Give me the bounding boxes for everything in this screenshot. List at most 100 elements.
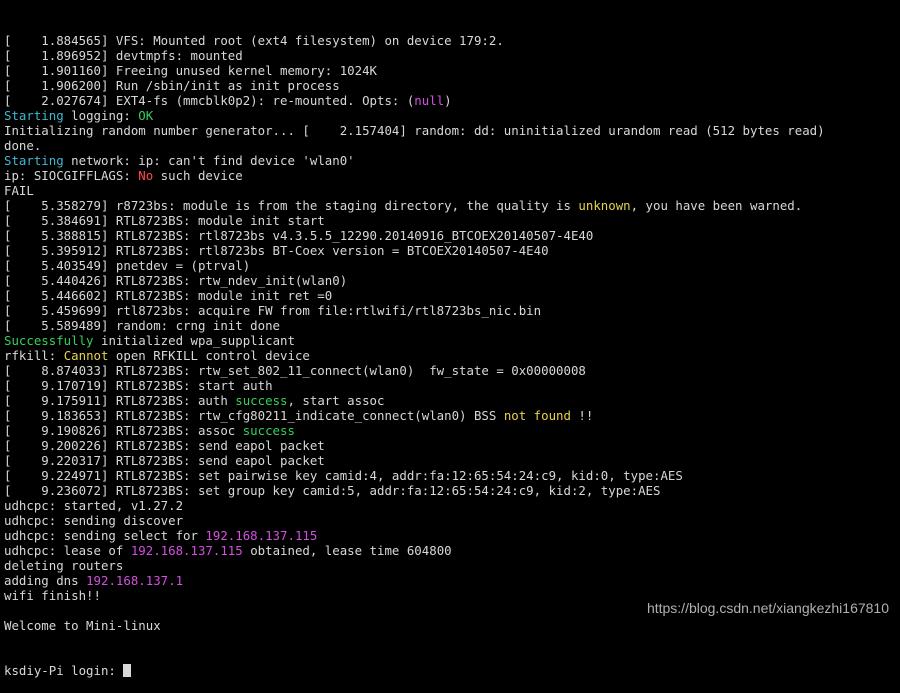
terminal-text-segment: OK (138, 108, 154, 123)
terminal-text-segment: open RFKILL control device (108, 348, 310, 363)
terminal-text-segment: 192.168.137.115 (130, 543, 243, 558)
terminal-text-segment: [ 5.358279] r8723bs: module is from the … (4, 198, 579, 213)
terminal-line: done. (4, 138, 896, 153)
terminal-text-segment: udhcpc: started, v1.27.2 (4, 498, 184, 513)
text-cursor[interactable] (123, 664, 132, 677)
terminal-text-segment: udhcpc: lease of (4, 543, 131, 558)
terminal-text-segment: [ 1.906200] Run /sbin/init as init proce… (4, 78, 340, 93)
terminal-text-segment: success (235, 393, 288, 408)
login-prompt-line[interactable]: ksdiy-Pi login: (4, 663, 896, 678)
terminal-text-segment: obtained, lease time 604800 (242, 543, 452, 558)
terminal-text-segment: [ 5.388815] RTL8723BS: rtl8723bs v4.3.5.… (4, 228, 594, 243)
terminal-line: rfkill: Cannot open RFKILL control devic… (4, 348, 896, 363)
terminal-text-segment: ) (444, 93, 452, 108)
terminal-line: udhcpc: started, v1.27.2 (4, 498, 896, 513)
terminal-line: Starting network: ip: can't find device … (4, 153, 896, 168)
terminal-text-segment: [ 5.446602] RTL8723BS: module init ret =… (4, 288, 333, 303)
terminal-line: [ 9.236072] RTL8723BS: set group key cam… (4, 483, 896, 498)
terminal-text-segment: 192.168.137.115 (205, 528, 318, 543)
terminal-line: [ 9.170719] RTL8723BS: start auth (4, 378, 896, 393)
terminal-text-segment: [ 9.183653] RTL8723BS: rtw_cfg80211_indi… (4, 408, 504, 423)
terminal-text-segment: [ 2.027674] EXT4-fs (mmcblk0p2): re-moun… (4, 93, 415, 108)
terminal-line: [ 9.190826] RTL8723BS: assoc success (4, 423, 896, 438)
terminal-text-segment: ip: SIOCGIFFLAGS: (4, 168, 139, 183)
terminal-line: ip: SIOCGIFFLAGS: No such device (4, 168, 896, 183)
terminal-line: [ 5.395912] RTL8723BS: rtl8723bs BT-Coex… (4, 243, 896, 258)
terminal-line: deleting routers (4, 558, 896, 573)
terminal-text-segment: [ 5.395912] RTL8723BS: rtl8723bs BT-Coex… (4, 243, 549, 258)
terminal-text-segment: [ 9.220317] RTL8723BS: send eapol packet (4, 453, 325, 468)
terminal-text-segment: [ 8.874033] RTL8723BS: rtw_set_802_11_co… (4, 363, 586, 378)
terminal-text-segment: [ 9.224971] RTL8723BS: set pairwise key … (4, 468, 683, 483)
terminal-text-segment: such device (153, 168, 243, 183)
terminal-text-segment: udhcpc: sending select for (4, 528, 206, 543)
terminal-line: [ 5.440426] RTL8723BS: rtw_ndev_init(wla… (4, 273, 896, 288)
terminal-text-segment: [ 1.896952] devtmpfs: mounted (4, 48, 243, 63)
terminal-line: udhcpc: sending discover (4, 513, 896, 528)
terminal-line: [ 5.589489] random: crng init done (4, 318, 896, 333)
terminal-line: [ 1.906200] Run /sbin/init as init proce… (4, 78, 896, 93)
terminal-text-segment: udhcpc: sending discover (4, 513, 184, 528)
terminal-text-segment: wifi finish!! (4, 588, 101, 603)
terminal-line: [ 1.884565] VFS: Mounted root (ext4 file… (4, 33, 896, 48)
terminal-text-segment: [ 9.200226] RTL8723BS: send eapol packet (4, 438, 325, 453)
terminal-text-segment: not found (503, 408, 571, 423)
terminal-line: [ 5.403549] pnetdev = (ptrval) (4, 258, 896, 273)
terminal-output: [ 1.884565] VFS: Mounted root (ext4 file… (4, 3, 896, 693)
terminal-text-segment: [ 1.901160] Freeing unused kernel memory… (4, 63, 377, 78)
terminal-line: Initializing random number generator... … (4, 123, 896, 138)
terminal-text-segment: Initializing random number generator... … (4, 123, 825, 138)
watermark: https://blog.csdn.net/xiangkezhi167810 (646, 600, 889, 616)
terminal-text-segment: null (414, 93, 445, 108)
terminal-line: [ 9.224971] RTL8723BS: set pairwise key … (4, 468, 896, 483)
terminal-line: Starting logging: OK (4, 108, 896, 123)
terminal-line: [ 9.200226] RTL8723BS: send eapol packet (4, 438, 896, 453)
terminal-text-segment: No (138, 168, 154, 183)
terminal-text-segment: !! (570, 408, 594, 423)
terminal-line: [ 5.459699] rtl8723bs: acquire FW from f… (4, 303, 896, 318)
terminal-text-segment: unknown (578, 198, 631, 213)
terminal-line: udhcpc: sending select for 192.168.137.1… (4, 528, 896, 543)
terminal-text-segment: [ 5.589489] random: crng init done (4, 318, 281, 333)
terminal-line: [ 2.027674] EXT4-fs (mmcblk0p2): re-moun… (4, 93, 896, 108)
terminal-line: udhcpc: lease of 192.168.137.115 obtaine… (4, 543, 896, 558)
terminal-text-segment: [ 5.403549] pnetdev = (ptrval) (4, 258, 251, 273)
terminal-text-segment: Welcome to Mini-linux (4, 618, 161, 633)
terminal-text-segment: , start assoc (287, 393, 385, 408)
terminal-text-segment: initialized wpa_supplicant (93, 333, 295, 348)
terminal-line: [ 5.388815] RTL8723BS: rtl8723bs v4.3.5.… (4, 228, 896, 243)
terminal-text-segment: [ 5.440426] RTL8723BS: rtw_ndev_init(wla… (4, 273, 348, 288)
terminal-line: [ 8.874033] RTL8723BS: rtw_set_802_11_co… (4, 363, 896, 378)
terminal-line: [ 5.358279] r8723bs: module is from the … (4, 198, 896, 213)
terminal-text-segment: 192.168.137.1 (86, 573, 184, 588)
terminal-text-segment: [ 9.170719] RTL8723BS: start auth (4, 378, 273, 393)
terminal-text-segment: Starting (4, 153, 64, 168)
terminal-text-segment: deleting routers (4, 558, 124, 573)
terminal-text-segment: rfkill: (4, 348, 64, 363)
terminal-line: [ 9.183653] RTL8723BS: rtw_cfg80211_indi… (4, 408, 896, 423)
terminal-text-segment: Successfully (4, 333, 94, 348)
terminal-text-segment: done. (4, 138, 42, 153)
terminal-text-segment: [ 1.884565] VFS: Mounted root (ext4 file… (4, 33, 504, 48)
terminal-line: [ 9.175911] RTL8723BS: auth success, sta… (4, 393, 896, 408)
terminal-line: adding dns 192.168.137.1 (4, 573, 896, 588)
terminal-text-segment: [ 9.175911] RTL8723BS: auth (4, 393, 236, 408)
log-lines: [ 1.884565] VFS: Mounted root (ext4 file… (4, 33, 896, 633)
terminal-line: [ 1.901160] Freeing unused kernel memory… (4, 63, 896, 78)
login-prompt: ksdiy-Pi login: (4, 663, 124, 678)
terminal-text-segment: [ 9.190826] RTL8723BS: assoc (4, 423, 243, 438)
terminal-text-segment: , you have been warned. (630, 198, 803, 213)
terminal-text-segment: [ 9.236072] RTL8723BS: set group key cam… (4, 483, 661, 498)
terminal-line: [ 5.384691] RTL8723BS: module init start (4, 213, 896, 228)
terminal-text-segment: adding dns (4, 573, 87, 588)
terminal-line: Welcome to Mini-linux (4, 618, 896, 633)
terminal-line: FAIL (4, 183, 896, 198)
terminal-text-segment: logging: (63, 108, 139, 123)
terminal-text-segment: FAIL (4, 183, 34, 198)
terminal-line: Successfully initialized wpa_supplicant (4, 333, 896, 348)
terminal-text-segment: [ 5.459699] rtl8723bs: acquire FW from f… (4, 303, 542, 318)
terminal-line: [ 9.220317] RTL8723BS: send eapol packet (4, 453, 896, 468)
terminal-text-segment: network: ip: can't find device 'wlan0' (63, 153, 355, 168)
terminal-text-segment: Starting (4, 108, 64, 123)
terminal-line: [ 5.446602] RTL8723BS: module init ret =… (4, 288, 896, 303)
